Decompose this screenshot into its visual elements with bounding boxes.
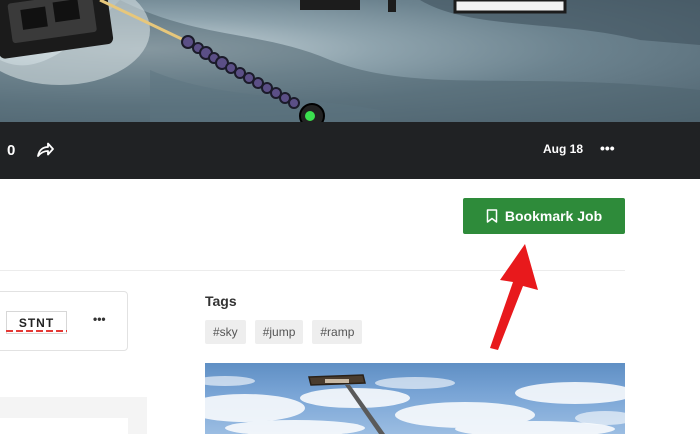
bookmark-job-label: Bookmark Job: [504, 208, 603, 224]
job-preview-image[interactable]: [205, 363, 625, 434]
scene-illustration: [0, 0, 700, 122]
tags-list: #sky #jump #ramp: [205, 320, 363, 344]
card-more-icon[interactable]: •••: [93, 312, 106, 326]
bookmark-icon: [486, 209, 498, 223]
job-card: STNT •••: [0, 291, 128, 351]
post-date: Aug 18: [543, 142, 584, 156]
media-toolbar: 0 Aug 18 •••: [0, 122, 700, 179]
more-options-icon[interactable]: •••: [600, 140, 615, 156]
spellcheck-underline: [6, 330, 67, 332]
sky-scene: [205, 374, 625, 434]
like-count: 0: [7, 142, 16, 159]
share-icon[interactable]: [35, 140, 55, 160]
tag-ramp[interactable]: #ramp: [312, 320, 363, 344]
media-preview: [0, 0, 700, 122]
bookmark-job-button[interactable]: Bookmark Job: [463, 198, 625, 234]
tag-jump[interactable]: #jump: [254, 320, 304, 344]
comment-input[interactable]: [0, 418, 128, 434]
tags-heading: Tags: [205, 293, 237, 309]
tag-sky[interactable]: #sky: [205, 320, 246, 344]
annotation-arrow: [490, 244, 538, 350]
